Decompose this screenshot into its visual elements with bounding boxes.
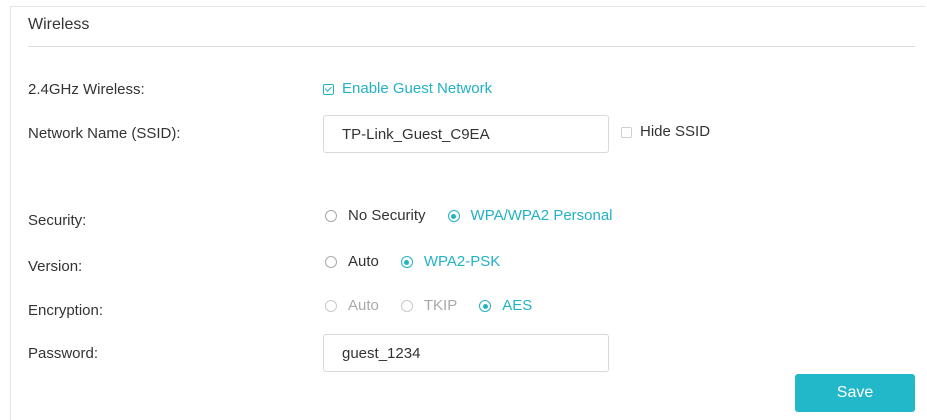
radio-selected-icon[interactable] — [479, 300, 492, 312]
password-input[interactable] — [323, 334, 609, 372]
encryption-option-label: Auto — [348, 297, 379, 314]
security-option-label: WPA/WPA2 Personal — [470, 207, 613, 224]
encryption-option-label: TKIP — [423, 297, 458, 314]
radio-disabled-icon — [400, 300, 413, 312]
encryption-option-label: AES — [502, 297, 533, 314]
wireless-24-label: 2.4GHz Wireless: — [28, 81, 145, 98]
security-option-label: No Security — [348, 207, 426, 224]
version-option-label: WPA2-PSK — [423, 253, 501, 270]
checkbox-unchecked-icon[interactable] — [621, 126, 632, 138]
encryption-radio-group: Auto TKIP AES — [325, 297, 554, 315]
version-option-label: Auto — [348, 253, 379, 270]
hide-ssid-label: Hide SSID — [640, 123, 711, 140]
ssid-input[interactable] — [323, 115, 609, 153]
radio-disabled-icon — [325, 300, 337, 312]
enable-guest-network-label: Enable Guest Network — [342, 80, 493, 97]
hide-ssid-checkbox[interactable]: Hide SSID — [621, 123, 710, 141]
radio-unselected-icon[interactable] — [325, 256, 337, 268]
radio-selected-icon[interactable] — [400, 256, 413, 268]
encryption-option-tkip: TKIP — [400, 297, 458, 315]
radio-unselected-icon[interactable] — [325, 210, 337, 222]
version-radio-group: Auto WPA2-PSK — [325, 253, 522, 271]
title-divider — [28, 46, 915, 47]
encryption-option-aes[interactable]: AES — [479, 297, 532, 315]
radio-selected-icon[interactable] — [447, 210, 460, 222]
password-label: Password: — [28, 345, 99, 362]
checkbox-checked-icon[interactable] — [323, 83, 334, 95]
ssid-label: Network Name (SSID): — [28, 125, 181, 142]
security-option-wpa-personal[interactable]: WPA/WPA2 Personal — [447, 207, 613, 225]
encryption-label: Encryption: — [28, 302, 104, 319]
security-option-no-security[interactable]: No Security — [325, 207, 426, 225]
encryption-option-auto: Auto — [325, 297, 379, 315]
security-radio-group: No Security WPA/WPA2 Personal — [325, 207, 635, 225]
version-option-auto[interactable]: Auto — [325, 253, 379, 271]
security-label: Security: — [28, 212, 87, 229]
enable-guest-network-checkbox[interactable]: Enable Guest Network — [323, 80, 492, 98]
section-title: Wireless — [28, 16, 90, 33]
save-button[interactable]: Save — [795, 374, 915, 412]
version-option-wpa2-psk[interactable]: WPA2-PSK — [400, 253, 501, 271]
version-label: Version: — [28, 258, 83, 275]
